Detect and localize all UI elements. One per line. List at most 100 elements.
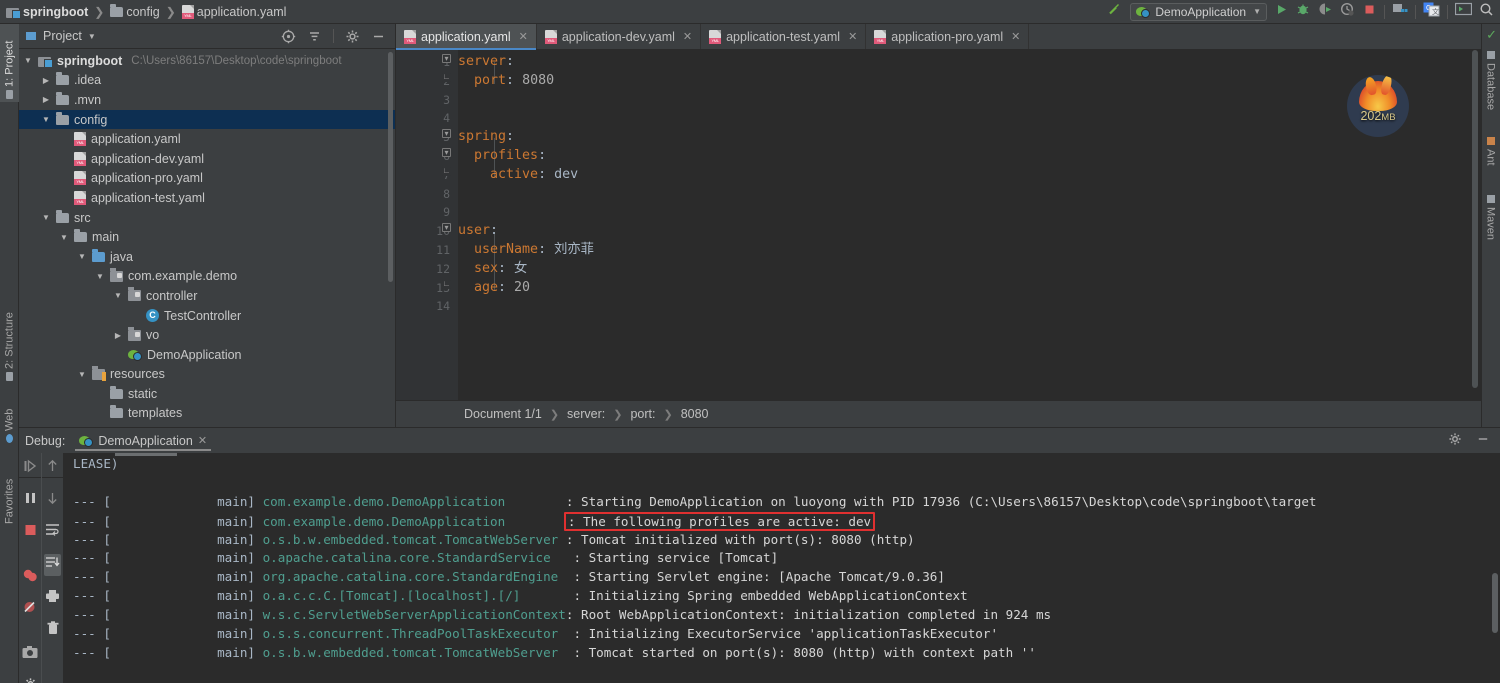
soft-wrap-icon[interactable]: [45, 523, 60, 541]
chevron-right-icon[interactable]: ▶: [41, 95, 51, 104]
chevron-right-icon[interactable]: ▶: [113, 331, 123, 340]
tree-node-src[interactable]: ▼ src: [19, 208, 395, 228]
settings-gear-icon[interactable]: [345, 29, 360, 44]
translate-icon[interactable]: G文: [1423, 2, 1440, 22]
breadcrumb-file[interactable]: application.yaml: [197, 5, 287, 19]
editor-tab-application-yaml[interactable]: application.yaml ✕: [396, 24, 537, 50]
project-tree[interactable]: ▼ springboot C:\Users\86157\Desktop\code\s…: [19, 49, 395, 427]
debug-icon[interactable]: [1296, 2, 1311, 22]
fold-end-marker[interactable]: ∟: [442, 167, 451, 176]
editor-tab-application-test-yaml[interactable]: application-test.yaml ✕: [701, 24, 867, 49]
editor-tab-bar[interactable]: application.yaml✕application-dev.yaml✕ap…: [396, 24, 1481, 50]
chevron-down-icon[interactable]: ▼: [77, 370, 87, 379]
hide-icon[interactable]: [371, 29, 386, 44]
fold-marker[interactable]: ▾: [442, 223, 451, 232]
tree-node-static[interactable]: static: [19, 384, 395, 404]
chevron-down-icon[interactable]: ▼: [41, 115, 51, 124]
breadcrumb-project[interactable]: springboot: [23, 5, 88, 19]
build-hammer-icon[interactable]: [1107, 1, 1123, 22]
code-folding-column[interactable]: ▾ ∟ ▾ ▾ ∟ ▾ ∟: [442, 50, 495, 400]
chevron-right-icon[interactable]: ▶: [41, 76, 51, 85]
tree-node-springboot[interactable]: ▼ springboot C:\Users\86157\Desktop\code\s…: [19, 51, 395, 71]
tree-node-demoapplication[interactable]: DemoApplication: [19, 345, 395, 365]
breadcrumb-server[interactable]: server:: [567, 407, 605, 421]
fold-end-marker[interactable]: ∟: [442, 73, 451, 82]
search-everywhere-icon[interactable]: [1479, 2, 1494, 22]
chevron-down-icon[interactable]: ▼: [95, 272, 105, 281]
tree-node-resources[interactable]: ▼ resources: [19, 365, 395, 385]
editor-breadcrumb[interactable]: Document 1/1 ❯ server: ❯ port: ❯ 8080: [396, 400, 1481, 427]
sidebar-tab-structure[interactable]: 2: Structure: [0, 286, 19, 384]
close-icon[interactable]: ✕: [198, 434, 207, 447]
settings-gear-icon[interactable]: [23, 677, 38, 683]
tree-node-config[interactable]: ▼ config: [19, 109, 395, 130]
settings-gear-icon[interactable]: [1448, 432, 1462, 449]
tree-node-application-test-yaml[interactable]: application-test.yaml: [19, 188, 395, 208]
run-with-coverage-icon[interactable]: [1318, 2, 1333, 22]
chevron-down-icon[interactable]: ▼: [59, 233, 69, 242]
tree-node-templates[interactable]: templates: [19, 404, 395, 424]
tree-node-com-example-demo[interactable]: ▼ com.example.demo: [19, 267, 395, 287]
fold-marker[interactable]: ▾: [442, 54, 451, 63]
close-icon[interactable]: ✕: [683, 30, 692, 43]
chevron-down-icon[interactable]: ▼: [23, 56, 33, 65]
collapse-all-icon[interactable]: [307, 29, 322, 44]
hide-icon[interactable]: [1476, 432, 1490, 449]
tree-node-controller[interactable]: ▼ controller: [19, 286, 395, 306]
sidebar-tab-database[interactable]: Database: [1481, 46, 1500, 120]
tree-node--mvn[interactable]: ▶ .mvn: [19, 90, 395, 110]
editor-tab-application-dev-yaml[interactable]: application-dev.yaml ✕: [537, 24, 702, 49]
down-arrow-icon[interactable]: [46, 491, 59, 510]
print-icon[interactable]: [45, 589, 60, 608]
screenshot-icon[interactable]: [22, 645, 38, 664]
fold-end-marker[interactable]: ∟: [442, 280, 451, 289]
console-scrollbar[interactable]: [1492, 573, 1498, 633]
sidebar-tab-favorites[interactable]: Favorites: [0, 456, 19, 528]
mute-breakpoints-icon[interactable]: [22, 600, 38, 619]
breadcrumb-document[interactable]: Document 1/1: [464, 407, 542, 421]
editor-tab-application-pro-yaml[interactable]: application-pro.yaml ✕: [866, 24, 1030, 49]
breadcrumb-port[interactable]: port:: [630, 407, 655, 421]
profile-icon[interactable]: [1340, 2, 1355, 22]
editor-scrollbar[interactable]: [1472, 50, 1478, 388]
sidebar-tab-project[interactable]: 1: Project: [0, 24, 19, 102]
fold-marker[interactable]: ▾: [442, 129, 451, 138]
chevron-down-icon[interactable]: ▼: [77, 252, 87, 261]
view-breakpoints-icon[interactable]: [22, 568, 38, 587]
locate-icon[interactable]: [281, 29, 296, 44]
project-structure-icon[interactable]: [1392, 2, 1408, 21]
scroll-to-end-icon[interactable]: [44, 554, 61, 576]
run-configuration-selector[interactable]: DemoApplication ▼: [1130, 2, 1267, 21]
close-icon[interactable]: ✕: [848, 30, 857, 43]
chevron-down-icon[interactable]: ▼: [113, 291, 123, 300]
tree-node-java[interactable]: ▼ java: [19, 247, 395, 267]
tree-node-vo[interactable]: ▶ vo: [19, 325, 395, 345]
code-editor[interactable]: 1234567891011121314 ▾ ∟ ▾ ▾ ∟ ▾ ∟ server…: [396, 50, 1481, 400]
debug-session-tab[interactable]: DemoApplication ✕: [73, 428, 213, 453]
close-icon[interactable]: ✕: [519, 30, 528, 43]
tree-node-application-dev-yaml[interactable]: application-dev.yaml: [19, 149, 395, 169]
resume-program-icon[interactable]: [23, 459, 38, 478]
tree-node-application-yaml[interactable]: application.yaml: [19, 129, 395, 149]
fold-marker[interactable]: ▾: [442, 148, 451, 157]
sidebar-tab-maven[interactable]: Maven: [1481, 190, 1500, 248]
terminal-icon[interactable]: [1454, 2, 1473, 21]
close-icon[interactable]: ✕: [1011, 30, 1020, 43]
code-content[interactable]: server: port: 8080 spring: profiles: act…: [458, 53, 1467, 400]
tree-node--idea[interactable]: ▶ .idea: [19, 71, 395, 91]
run-icon[interactable]: [1274, 2, 1289, 22]
project-tree-scrollbar[interactable]: [388, 52, 393, 282]
stop-icon[interactable]: [23, 523, 38, 542]
memory-indicator[interactable]: 202MB: [1347, 75, 1409, 137]
tree-node-application-pro-yaml[interactable]: application-pro.yaml: [19, 169, 395, 189]
breadcrumb-value[interactable]: 8080: [681, 407, 709, 421]
console-output[interactable]: LEASE) --- [ main] com.example.demo.Demo…: [63, 453, 1500, 683]
sidebar-tab-web[interactable]: Web: [0, 390, 19, 446]
trash-icon[interactable]: [46, 621, 60, 640]
stop-icon[interactable]: [1362, 2, 1377, 22]
tree-node-testcontroller[interactable]: C TestController: [19, 306, 395, 326]
console-horizontal-scrollbar[interactable]: [115, 453, 177, 456]
chevron-down-icon[interactable]: ▼: [41, 213, 51, 222]
breadcrumb-folder[interactable]: config: [126, 5, 159, 19]
up-arrow-icon[interactable]: [46, 459, 59, 478]
